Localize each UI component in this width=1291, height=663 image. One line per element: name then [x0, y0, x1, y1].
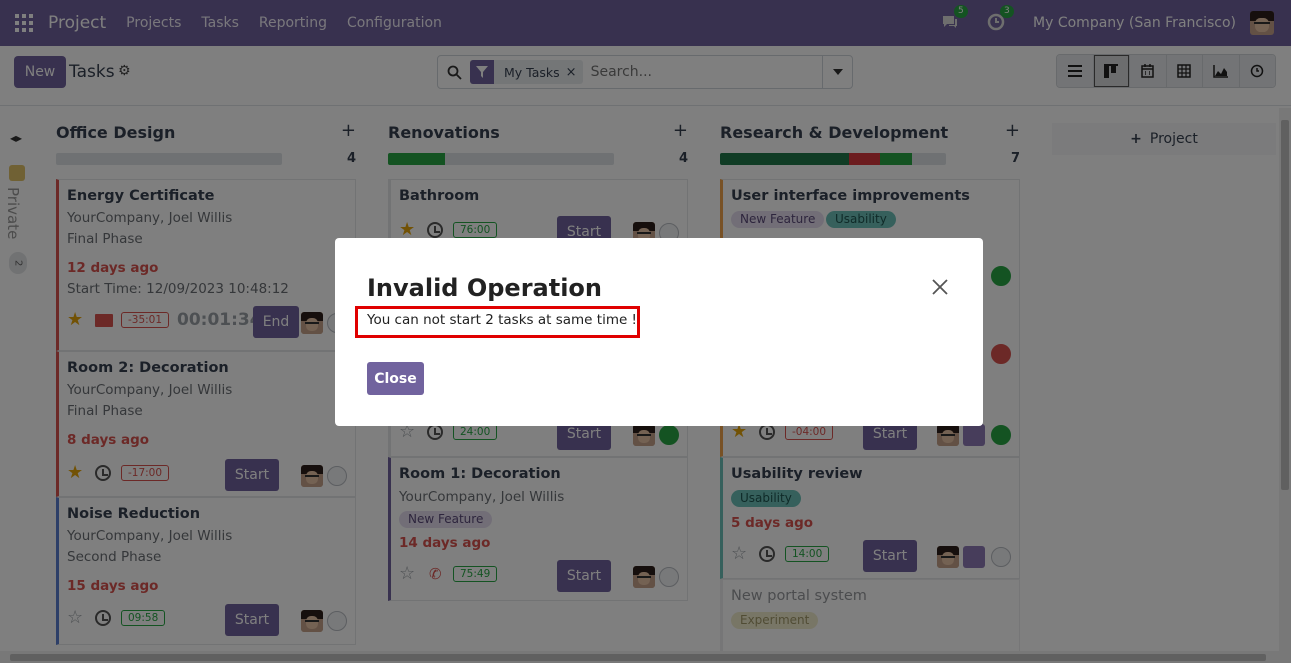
close-button[interactable]: Close: [367, 362, 424, 395]
dialog-message: You can not start 2 tasks at same time !: [367, 312, 637, 328]
close-icon[interactable]: [931, 278, 953, 300]
error-dialog: Invalid Operation You can not start 2 ta…: [335, 238, 983, 426]
dialog-title: Invalid Operation: [367, 274, 603, 302]
